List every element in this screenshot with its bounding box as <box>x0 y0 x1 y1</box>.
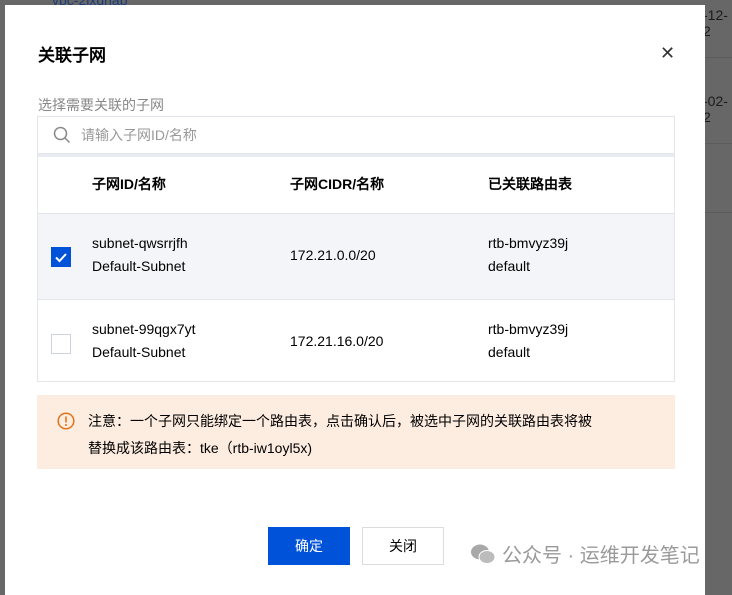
wechat-icon <box>471 544 496 564</box>
background-date: -02-2 <box>703 93 728 125</box>
table-row[interactable]: subnet-99qgx7yt Default-Subnet 172.21.16.… <box>38 300 674 383</box>
watermark-text: 公众号 · 运维开发笔记 <box>502 545 700 567</box>
subnet-id: subnet-99qgx7yt <box>92 321 196 337</box>
background-divider <box>705 143 732 144</box>
table-row[interactable]: subnet-qwsrrjfh Default-Subnet 172.21.0.0… <box>38 214 674 300</box>
search-box[interactable] <box>37 116 675 154</box>
confirm-button[interactable]: 确定 <box>268 527 350 565</box>
search-icon <box>53 126 71 144</box>
warning-notice: 注意：一个子网只能绑定一个路由表，点击确认后，被选中子网的关联路由表将被 替换成该… <box>37 395 675 469</box>
search-input[interactable] <box>81 127 674 143</box>
subnet-name: Default-Subnet <box>92 344 186 360</box>
close-icon[interactable]: ✕ <box>660 43 675 64</box>
close-button[interactable]: 关闭 <box>362 527 444 565</box>
subnet-name: Default-Subnet <box>92 258 186 274</box>
route-table-name: default <box>488 258 531 274</box>
subnet-table: 子网ID/名称 子网CIDR/名称 已关联路由表 subnet-qwsrrjfh… <box>37 154 675 382</box>
subnet-cidr: 172.21.0.0/20 <box>290 247 376 263</box>
route-table-id: rtb-bmvyz39j <box>488 321 569 337</box>
header-subnet: 子网ID/名称 <box>92 176 166 192</box>
watermark: 公众号 · 运维开发笔记 <box>470 539 700 568</box>
subnet-id: subnet-qwsrrjfh <box>92 235 188 251</box>
background-divider <box>705 57 732 58</box>
checkmark-icon <box>55 253 67 263</box>
section-label: 选择需要关联的子网 <box>38 97 164 113</box>
header-cidr: 子网CIDR/名称 <box>290 176 385 192</box>
background-date: -12-2 <box>703 7 728 39</box>
background-divider <box>705 212 732 213</box>
notice-line-2: 替换成该路由表：tke（rtb-iw1oyl5x) <box>88 440 313 456</box>
header-route-table: 已关联路由表 <box>488 176 572 192</box>
notice-line-1: 注意：一个子网只能绑定一个路由表，点击确认后，被选中子网的关联路由表将被 <box>88 413 592 429</box>
warning-icon <box>57 412 75 430</box>
route-table-name: default <box>488 344 531 360</box>
row-checkbox[interactable] <box>51 247 71 267</box>
subnet-cidr: 172.21.16.0/20 <box>290 333 384 349</box>
associate-subnet-dialog: 关联子网 ✕ 选择需要关联的子网 子网ID/名称 子网CIDR/名称 已关联路由… <box>5 5 705 595</box>
row-checkbox[interactable] <box>51 334 71 354</box>
table-header: 子网ID/名称 子网CIDR/名称 已关联路由表 <box>38 157 674 214</box>
dialog-title: 关联子网 <box>38 46 106 65</box>
route-table-id: rtb-bmvyz39j <box>488 235 569 251</box>
